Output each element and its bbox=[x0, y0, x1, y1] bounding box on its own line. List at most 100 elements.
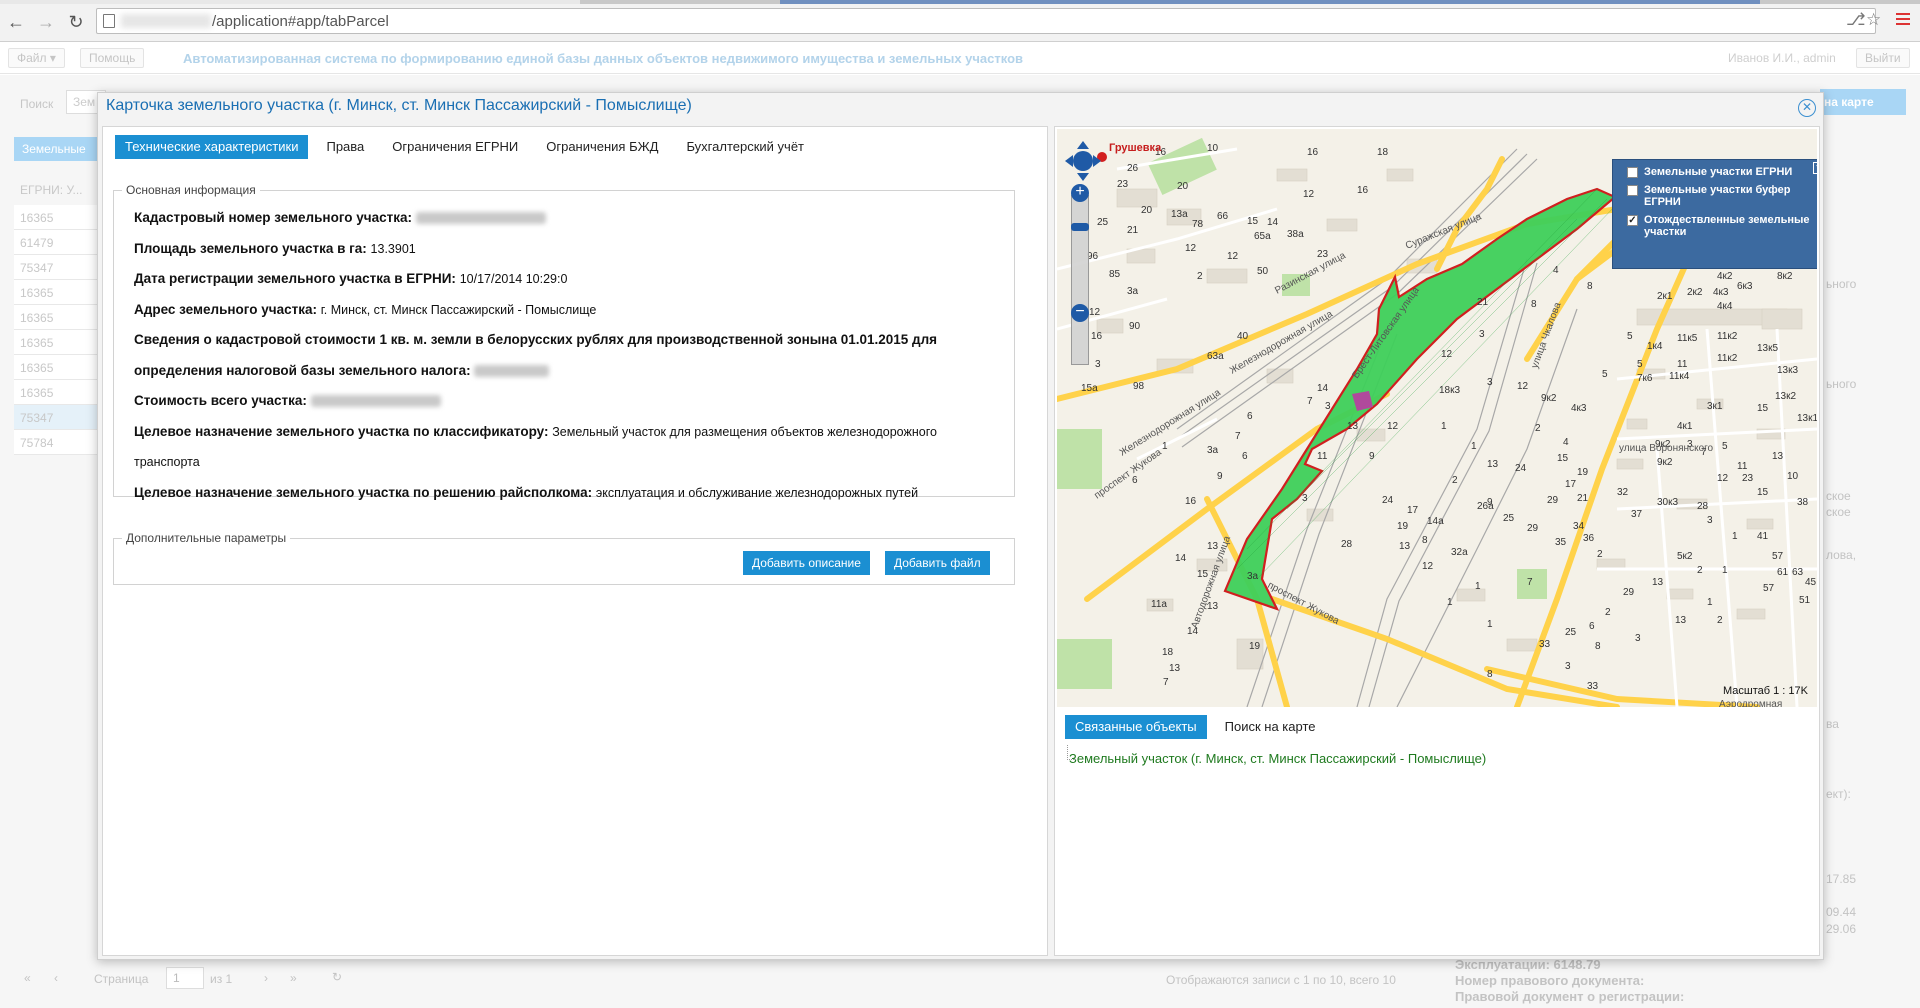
extension-icon[interactable]: ⎇ bbox=[1846, 10, 1866, 30]
bookmark-star-icon[interactable]: ☆ bbox=[1866, 10, 1881, 30]
close-icon[interactable]: ✕ bbox=[1798, 99, 1816, 117]
zoom-in-icon[interactable]: + bbox=[1071, 184, 1089, 202]
list-item[interactable]: 61479 bbox=[14, 230, 100, 255]
svg-text:13к1: 13к1 bbox=[1797, 413, 1817, 424]
svg-text:13к3: 13к3 bbox=[1777, 365, 1798, 376]
tab-accounting[interactable]: Бухгалтерский учёт bbox=[676, 135, 814, 159]
svg-text:3a: 3a bbox=[1247, 571, 1259, 582]
field-value: эксплуатация и обслуживание железнодорож… bbox=[595, 485, 919, 500]
svg-text:2: 2 bbox=[1452, 475, 1458, 486]
list-item[interactable]: 16365 bbox=[14, 355, 100, 380]
list-item[interactable]: 75784 bbox=[14, 430, 100, 455]
parcel-card-dialog: Карточка земельного участка (г. Минск, с… bbox=[97, 92, 1824, 960]
app-header: Файл ▾ Помощь Автоматизированная система… bbox=[0, 42, 1920, 74]
minimize-icon[interactable]: − bbox=[1813, 162, 1817, 174]
tab-bzhd-restrictions[interactable]: Ограничения БЖД bbox=[536, 135, 668, 159]
svg-text:11a: 11a bbox=[1151, 599, 1167, 610]
layer-option[interactable]: ✓ Отождествленные земельные участки bbox=[1627, 214, 1817, 238]
help-menu-button[interactable]: Помощь bbox=[80, 48, 145, 68]
file-menu-button[interactable]: Файл ▾ bbox=[8, 48, 65, 68]
svg-text:7: 7 bbox=[1163, 677, 1169, 688]
bg-show-on-map-button[interactable]: на карте bbox=[1820, 89, 1906, 115]
svg-text:13: 13 bbox=[1487, 459, 1499, 470]
last-page-icon[interactable]: » bbox=[290, 971, 297, 985]
list-item[interactable]: 16365 bbox=[14, 305, 100, 330]
svg-text:61: 61 bbox=[1777, 567, 1789, 578]
layer-checkbox[interactable] bbox=[1627, 167, 1638, 178]
field-value: 13.3901 bbox=[370, 241, 416, 256]
next-page-icon[interactable]: › bbox=[264, 971, 268, 985]
add-description-button[interactable]: Добавить описание bbox=[743, 551, 870, 575]
related-parcel-link[interactable]: Земельный участок (г. Минск, ст. Минск П… bbox=[1066, 745, 1486, 766]
tab-technical[interactable]: Технические характеристики bbox=[115, 135, 309, 159]
list-item[interactable]: 75347 bbox=[14, 255, 100, 280]
field-purpose-classifier-cont: транспорта bbox=[134, 447, 1014, 478]
svg-text:11: 11 bbox=[1677, 359, 1688, 370]
address-bar[interactable]: /application#app/tabParcel bbox=[96, 8, 1876, 34]
list-item[interactable]: 16365 bbox=[14, 280, 100, 305]
zoom-handle[interactable] bbox=[1071, 223, 1089, 231]
svg-text:19: 19 bbox=[1397, 521, 1409, 532]
page-input[interactable]: 1 bbox=[166, 967, 204, 989]
svg-text:9к2: 9к2 bbox=[1541, 393, 1557, 404]
forward-icon[interactable]: → bbox=[34, 10, 58, 34]
tab-egrni-restrictions[interactable]: Ограничения ЕГРНИ bbox=[382, 135, 528, 159]
browser-toolbar: ← → ↻ /application#app/tabParcel ⎇ ☆ bbox=[0, 0, 1920, 42]
layer-checkbox[interactable]: ✓ bbox=[1627, 215, 1638, 226]
add-file-button[interactable]: Добавить файл bbox=[885, 551, 990, 575]
svg-text:51: 51 bbox=[1799, 595, 1811, 606]
prev-page-icon[interactable]: ‹ bbox=[54, 971, 58, 985]
layer-option[interactable]: Земельные участки буфер ЕГРНИ bbox=[1627, 184, 1817, 208]
svg-text:23: 23 bbox=[1742, 473, 1754, 484]
list-item[interactable]: 16365 bbox=[14, 380, 100, 405]
svg-text:3: 3 bbox=[1565, 661, 1571, 672]
layer-option[interactable]: Земельные участки ЕГРНИ bbox=[1627, 166, 1817, 178]
svg-text:37: 37 bbox=[1631, 509, 1643, 520]
svg-text:2: 2 bbox=[1197, 271, 1203, 282]
svg-text:5: 5 bbox=[1637, 359, 1643, 370]
svg-text:13: 13 bbox=[1347, 421, 1359, 432]
svg-text:2: 2 bbox=[1535, 423, 1541, 434]
svg-text:29: 29 bbox=[1527, 523, 1539, 534]
logout-button[interactable]: Выйти bbox=[1856, 48, 1910, 68]
details-tabs: Технические характеристики Права Огранич… bbox=[115, 135, 822, 159]
field-label: Адрес земельного участка: bbox=[134, 301, 317, 317]
map-view[interactable]: 16 10 26 23 20 20 13a 78 66 15 14 21 25 96 85 3a 12 16… bbox=[1057, 129, 1817, 707]
tab-map-search[interactable]: Поиск на карте bbox=[1215, 715, 1326, 739]
field-label: определения налоговой базы земельного на… bbox=[134, 362, 471, 378]
svg-text:45: 45 bbox=[1805, 577, 1817, 588]
first-page-icon[interactable]: « bbox=[24, 971, 31, 985]
svg-text:32a: 32a bbox=[1451, 547, 1468, 558]
back-icon[interactable]: ← bbox=[4, 10, 28, 34]
pan-control[interactable] bbox=[1065, 139, 1101, 183]
field-purpose-decision: Целевое назначение земельного участка по… bbox=[134, 478, 1014, 509]
list-item[interactable]: 16365 bbox=[14, 330, 100, 355]
tab-related-objects[interactable]: Связанные объекты bbox=[1065, 715, 1207, 739]
bg-detail-line: Номер правового документа: bbox=[1455, 973, 1645, 988]
svg-text:12: 12 bbox=[1422, 561, 1434, 572]
svg-text:15: 15 bbox=[1247, 216, 1259, 227]
zoom-slider[interactable] bbox=[1071, 195, 1089, 365]
layer-checkbox[interactable] bbox=[1627, 185, 1638, 196]
zoom-out-icon[interactable]: − bbox=[1071, 304, 1089, 322]
svg-text:13a: 13a bbox=[1171, 209, 1188, 220]
svg-text:15a: 15a bbox=[1081, 383, 1098, 394]
svg-text:8: 8 bbox=[1595, 641, 1601, 652]
list-item[interactable]: 16365 bbox=[14, 205, 100, 230]
svg-text:9: 9 bbox=[1217, 471, 1223, 482]
reload-icon[interactable]: ↻ bbox=[64, 10, 88, 34]
svg-text:Грушевка: Грушевка bbox=[1109, 142, 1162, 154]
tab-rights[interactable]: Права bbox=[316, 135, 374, 159]
list-item[interactable]: 75347 bbox=[14, 405, 100, 430]
svg-text:1: 1 bbox=[1487, 619, 1493, 630]
browser-menu-icon[interactable] bbox=[1896, 13, 1910, 27]
refresh-icon[interactable]: ↻ bbox=[332, 970, 342, 984]
svg-text:11к2: 11к2 bbox=[1717, 331, 1738, 342]
bg-tab-parcels[interactable]: Земельные bbox=[14, 137, 100, 161]
svg-text:34: 34 bbox=[1573, 521, 1585, 532]
svg-text:5: 5 bbox=[1602, 369, 1608, 380]
svg-text:28: 28 bbox=[1697, 501, 1709, 512]
bg-parcel-list: ЕГРНИ: У... 16365 61479 75347 16365 1636… bbox=[14, 177, 100, 455]
bg-detail-text: ва bbox=[1826, 717, 1839, 731]
svg-text:10: 10 bbox=[1207, 143, 1219, 154]
